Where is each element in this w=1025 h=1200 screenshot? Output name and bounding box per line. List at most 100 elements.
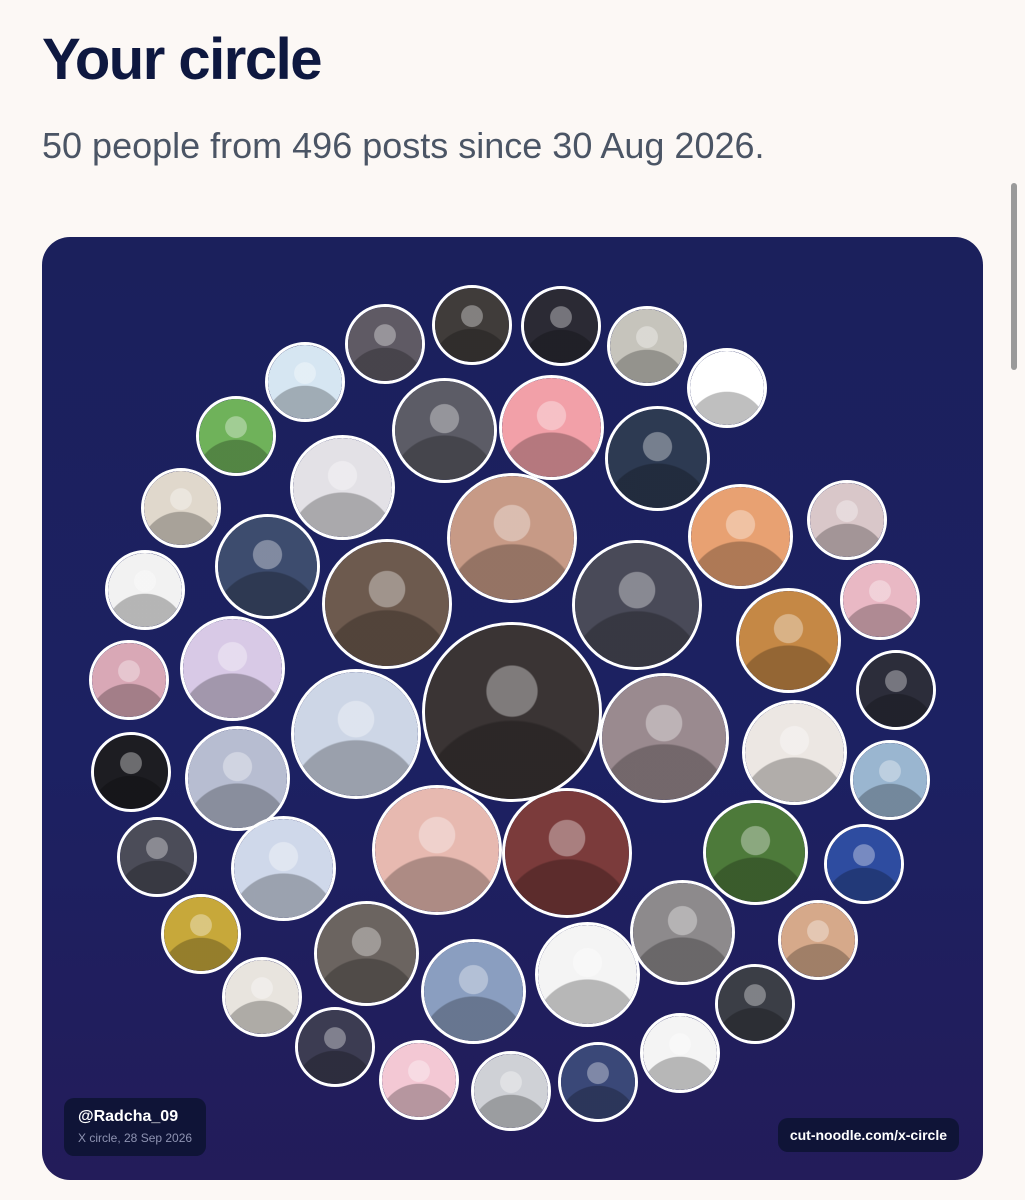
avatar (599, 673, 729, 803)
avatar-image (187, 728, 287, 828)
avatar-image (325, 542, 449, 666)
avatar-image (537, 924, 637, 1024)
avatar-image (268, 345, 342, 419)
avatar-image (810, 483, 884, 557)
avatar (91, 732, 171, 812)
avatar-image (827, 827, 901, 901)
avatar (607, 306, 687, 386)
avatar-image (690, 486, 790, 586)
avatar (856, 650, 936, 730)
avatar (214, 513, 320, 619)
avatar (735, 587, 841, 693)
avatar (322, 539, 452, 669)
avatar-image (607, 408, 707, 508)
circle-card: @Radcha_09 X circle, 28 Sep 2026 cut-noo… (42, 237, 983, 1180)
avatar-image (375, 788, 499, 912)
avatar (379, 1040, 459, 1120)
avatar-image (575, 543, 699, 667)
avatar (824, 824, 904, 904)
avatar (196, 396, 276, 476)
avatar (289, 434, 395, 540)
avatar-image (561, 1045, 635, 1119)
avatar-image (718, 967, 792, 1041)
avatar-image (225, 960, 299, 1034)
avatar-image (450, 476, 574, 600)
avatar (471, 1051, 551, 1131)
avatar (117, 817, 197, 897)
page-title: Your circle (42, 27, 323, 92)
avatar-image (474, 1054, 548, 1128)
avatar-image (94, 735, 168, 809)
summary-text: 50 people from 496 posts since 30 Aug 20… (42, 125, 765, 166)
avatar (141, 468, 221, 548)
avatar-image (144, 471, 218, 545)
avatar-image (781, 903, 855, 977)
avatar (498, 374, 604, 480)
avatar (687, 348, 767, 428)
avatar (222, 957, 302, 1037)
avatar (105, 550, 185, 630)
avatar (295, 1007, 375, 1087)
avatar-image (292, 437, 392, 537)
site-link[interactable]: cut-noodle.com/x-circle (777, 1118, 959, 1152)
avatar-image (233, 818, 333, 918)
avatar-image (843, 563, 917, 637)
avatar-image (859, 653, 933, 727)
avatar (840, 560, 920, 640)
avatar-image (108, 553, 182, 627)
user-handle: @Radcha_09 (78, 1108, 179, 1125)
avatar (558, 1042, 638, 1122)
avatar-image (853, 743, 927, 817)
avatar-image (182, 618, 282, 718)
avatar (447, 473, 577, 603)
avatar-image (602, 676, 726, 800)
avatar-image (164, 897, 238, 971)
avatar (372, 785, 502, 915)
user-badge: @Radcha_09 X circle, 28 Sep 2026 (64, 1098, 207, 1156)
avatar-image (435, 288, 509, 362)
scrollbar[interactable] (1011, 183, 1017, 370)
avatar (741, 699, 847, 805)
avatar (640, 1013, 720, 1093)
avatar (807, 480, 887, 560)
avatar (391, 377, 497, 483)
avatar (572, 540, 702, 670)
avatar (521, 286, 601, 366)
avatar (184, 725, 290, 831)
avatar (629, 879, 735, 985)
avatar (432, 285, 512, 365)
avatar-image (382, 1043, 456, 1117)
avatar (422, 622, 602, 802)
avatar (161, 894, 241, 974)
avatar-image (501, 377, 601, 477)
avatar-image (294, 672, 418, 796)
avatar-image (298, 1010, 372, 1084)
avatar (778, 900, 858, 980)
avatar (265, 342, 345, 422)
avatar-image (423, 941, 523, 1041)
avatar-image (348, 307, 422, 381)
avatar-image (738, 590, 838, 690)
avatar-image (705, 802, 805, 902)
avatar (534, 921, 640, 1027)
avatar (345, 304, 425, 384)
avatar (179, 615, 285, 721)
avatar (230, 815, 336, 921)
avatar (850, 740, 930, 820)
avatar (420, 938, 526, 1044)
card-caption: X circle, 28 Sep 2026 (78, 1131, 193, 1145)
avatar-image (505, 791, 629, 915)
avatar (702, 799, 808, 905)
avatar-image (610, 309, 684, 383)
avatar (313, 900, 419, 1006)
avatar-image (524, 289, 598, 363)
avatar-image (120, 820, 194, 894)
avatar (604, 405, 710, 511)
avatar-image (92, 643, 166, 717)
avatar-image (316, 903, 416, 1003)
avatar-image (217, 516, 317, 616)
avatar (89, 640, 169, 720)
avatar (715, 964, 795, 1044)
avatar (502, 788, 632, 918)
avatar-image (690, 351, 764, 425)
